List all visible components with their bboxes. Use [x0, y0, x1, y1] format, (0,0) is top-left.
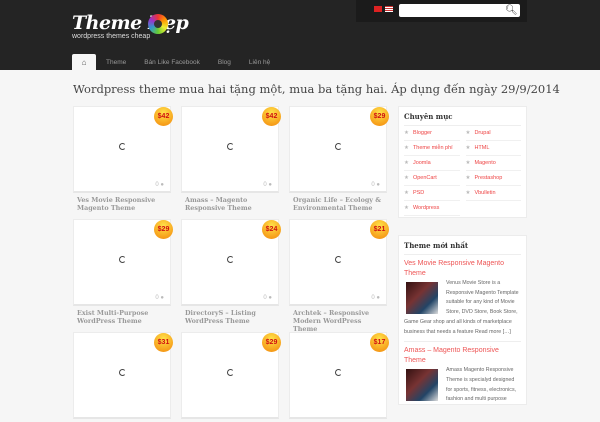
product-card[interactable]: $42 0 ● Ves Movie Responsive Magento The… — [73, 106, 173, 212]
category-link[interactable]: Blogger — [404, 126, 460, 141]
loading-spinner-icon — [335, 369, 342, 376]
nav-lien-he[interactable]: Liên hệ — [249, 59, 270, 66]
product-image[interactable]: $31 — [73, 332, 173, 419]
product-title[interactable]: Exist Multi-Purpose WordPress Theme — [77, 309, 167, 325]
loading-spinner-icon — [227, 369, 234, 376]
comment-count-value: 0 — [371, 182, 375, 188]
loading-spinner-icon — [335, 256, 342, 263]
comment-count-value: 0 — [155, 295, 159, 301]
category-link[interactable]: OpenCart — [404, 171, 460, 186]
product-image[interactable]: $29 — [181, 332, 281, 419]
latest-post: Ves Movie Responsive Magento Theme Venus… — [404, 259, 521, 337]
product-card[interactable]: $17 — [289, 332, 389, 422]
latest-post: Amass – Magento Responsive Theme Amass M… — [404, 341, 521, 405]
latest-title: Theme mới nhất — [404, 241, 521, 255]
price-badge: $29 — [154, 220, 173, 239]
category-link[interactable]: Theme miễn phí — [404, 141, 460, 156]
post-thumbnail[interactable] — [406, 282, 438, 314]
category-link[interactable]: Magento — [465, 156, 521, 171]
price-badge: $29 — [262, 333, 281, 352]
loading-spinner-icon — [119, 256, 126, 263]
comment-icon: ● — [268, 295, 272, 301]
comment-count: 0 ● — [371, 182, 380, 188]
logo[interactable]: Theme Đẹp wordpress themes cheap — [72, 12, 189, 40]
nav-theme[interactable]: Theme — [106, 59, 126, 66]
price-badge: $29 — [370, 107, 389, 126]
us-flag-icon[interactable] — [385, 6, 393, 12]
loading-spinner-icon — [119, 143, 126, 150]
comment-count: 0 ● — [263, 182, 272, 188]
category-link[interactable]: Joomla — [404, 156, 460, 171]
product-image[interactable]: $42 0 ● — [181, 106, 281, 193]
post-title-link[interactable]: Ves Movie Responsive Magento Theme — [404, 259, 521, 279]
comment-icon: ● — [160, 182, 164, 188]
product-title[interactable]: Archtek – Responsive Modern WordPress Th… — [293, 309, 383, 333]
categories-widget: Chuyên mục Blogger Drupal Theme miễn phí HT… — [398, 106, 527, 218]
product-card[interactable]: $29 — [181, 332, 281, 422]
comment-count-value: 0 — [263, 182, 267, 188]
comment-count: 0 ● — [371, 295, 380, 301]
comment-icon: ● — [376, 182, 380, 188]
price-badge: $31 — [154, 333, 173, 352]
comment-count-value: 0 — [371, 295, 375, 301]
loading-spinner-icon — [227, 256, 234, 263]
product-card[interactable]: $29 0 ● Exist Multi-Purpose WordPress Th… — [73, 219, 173, 325]
price-badge: $17 — [370, 333, 389, 352]
category-link[interactable]: Drupal — [465, 126, 521, 141]
comment-count-value: 0 — [155, 182, 159, 188]
latest-themes-widget: Theme mới nhất Ves Movie Responsive Mage… — [398, 235, 527, 405]
category-link[interactable]: Prestashop — [465, 171, 521, 186]
product-image[interactable]: $24 0 ● — [181, 219, 281, 306]
product-card[interactable]: $24 0 ● DirectoryS – Listing WordPress T… — [181, 219, 281, 325]
product-card[interactable]: $31 — [73, 332, 173, 422]
post-thumbnail[interactable] — [406, 369, 438, 402]
comment-icon: ● — [160, 295, 164, 301]
comment-count: 0 ● — [155, 182, 164, 188]
product-image[interactable]: $29 0 ● — [289, 106, 389, 193]
comment-icon: ● — [268, 182, 272, 188]
product-title[interactable]: Ves Movie Responsive Magento Theme — [77, 196, 167, 212]
main-nav: ⌂ Theme Bán Like Facebook Blog Liên hệ — [72, 54, 278, 70]
comment-icon: ● — [376, 295, 380, 301]
loading-spinner-icon — [227, 143, 234, 150]
category-link[interactable]: Wordpress — [404, 201, 460, 216]
comment-count: 0 ● — [155, 295, 164, 301]
page-title: Wordpress theme mua hai tặng một, mua ba… — [73, 82, 560, 96]
search-input[interactable] — [399, 4, 520, 17]
loading-spinner-icon — [119, 369, 126, 376]
product-image[interactable]: $17 — [289, 332, 389, 419]
logo-title: Theme Đẹp — [72, 12, 189, 34]
category-link[interactable]: PSD — [404, 186, 460, 201]
price-badge: $42 — [262, 107, 281, 126]
product-title[interactable]: Amass – Magento Responsive Theme — [185, 196, 275, 212]
category-link[interactable]: HTML — [465, 141, 521, 156]
logo-subtitle: wordpress themes cheap — [72, 33, 151, 40]
home-icon[interactable]: ⌂ — [72, 54, 96, 70]
price-badge: $21 — [370, 220, 389, 239]
product-card[interactable]: $21 0 ● Archtek – Responsive Modern Word… — [289, 219, 389, 333]
price-badge: $24 — [262, 220, 281, 239]
comment-count-value: 0 — [263, 295, 267, 301]
flower-logo-icon — [148, 14, 168, 34]
product-card[interactable]: $42 0 ● Amass – Magento Responsive Theme — [181, 106, 281, 212]
category-link[interactable]: Vbulletin — [465, 186, 521, 201]
price-badge: $42 — [154, 107, 173, 126]
product-image[interactable]: $21 0 ● — [289, 219, 389, 306]
comment-count: 0 ● — [263, 295, 272, 301]
product-title[interactable]: Organic Life – Ecology & Environmental T… — [293, 196, 383, 212]
nav-ban-like-facebook[interactable]: Bán Like Facebook — [144, 59, 200, 66]
product-image[interactable]: $29 0 ● — [73, 219, 173, 306]
product-image[interactable]: $42 0 ● — [73, 106, 173, 193]
search-icon[interactable]: 🔍︎ — [505, 4, 518, 17]
product-card[interactable]: $29 0 ● Organic Life – Ecology & Environ… — [289, 106, 389, 212]
post-title-link[interactable]: Amass – Magento Responsive Theme — [404, 346, 521, 366]
loading-spinner-icon — [335, 143, 342, 150]
product-title[interactable]: DirectoryS – Listing WordPress Theme — [185, 309, 275, 325]
site-header: Theme Đẹp wordpress themes cheap 🔍︎ ⌂ Th… — [0, 0, 600, 70]
nav-blog[interactable]: Blog — [218, 59, 231, 66]
categories-title: Chuyên mục — [404, 112, 521, 126]
vietnam-flag-icon[interactable] — [374, 6, 382, 12]
